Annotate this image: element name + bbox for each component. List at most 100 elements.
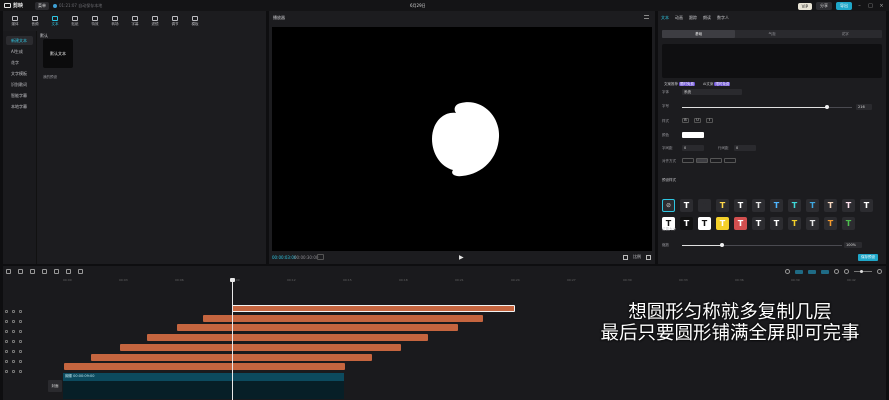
lock-icon[interactable] [5, 369, 8, 373]
size-slider-knob[interactable] [824, 105, 829, 109]
tool-caption[interactable]: 字幕 [125, 12, 145, 30]
category-item[interactable]: 本地字幕 [6, 102, 33, 111]
text-style-preset[interactable]: T [842, 199, 855, 212]
fit-screen-icon[interactable] [623, 254, 628, 260]
tool-filter[interactable]: 滤镜 [145, 12, 165, 30]
color-swatch[interactable] [682, 132, 704, 138]
mute-icon[interactable] [19, 339, 22, 343]
text-style-preset[interactable]: T [680, 199, 693, 212]
cover-button[interactable]: 封面 [48, 380, 62, 392]
split-right-icon[interactable] [66, 269, 71, 274]
link-main-icon[interactable] [795, 269, 803, 274]
inspector-subtab[interactable]: 花字 [809, 30, 882, 38]
no-style-preset[interactable]: ⊘ [662, 199, 675, 212]
menu-button[interactable]: 菜单 [35, 1, 50, 10]
text-style-preset[interactable]: T [698, 217, 711, 230]
lock-icon[interactable] [5, 339, 8, 343]
text-style-preset[interactable]: T [824, 217, 837, 230]
preview-canvas[interactable] [272, 27, 652, 251]
mute-icon[interactable] [19, 319, 22, 323]
eye-icon[interactable] [12, 359, 15, 363]
scale-slider-knob[interactable] [720, 243, 724, 247]
tool-transition[interactable]: 转场 [105, 12, 125, 30]
font-select[interactable]: 系统 [682, 89, 742, 95]
text-clip[interactable] [232, 305, 515, 312]
inspector-tab[interactable]: 跟踪 [689, 15, 697, 21]
tool-text[interactable]: 文本 [45, 12, 65, 30]
tool-adjust[interactable]: 调节 [165, 12, 185, 30]
text-style-preset[interactable]: T [806, 199, 819, 212]
text-style-preset[interactable]: T [716, 199, 729, 212]
align-right-icon[interactable] [710, 158, 722, 163]
timecode-format-icon[interactable] [317, 254, 324, 260]
select-tool-icon[interactable] [6, 269, 11, 274]
category-item[interactable]: 智能字幕 [6, 91, 33, 100]
text-clip[interactable] [64, 363, 345, 370]
redo-icon[interactable] [30, 269, 35, 274]
mute-icon[interactable] [19, 369, 22, 373]
mute-icon[interactable] [19, 329, 22, 333]
export-button[interactable]: 导出 [836, 2, 852, 10]
text-clip[interactable] [147, 334, 428, 341]
tool-effects[interactable]: 特效 [85, 12, 105, 30]
text-style-preset[interactable]: T [680, 217, 693, 230]
maximize-icon[interactable]: □ [867, 3, 874, 9]
eye-icon[interactable] [12, 319, 15, 323]
preview-axis-icon[interactable] [834, 269, 839, 274]
text-clip[interactable] [203, 315, 483, 322]
snap-icon[interactable] [808, 269, 816, 274]
category-item[interactable]: 花字 [6, 58, 33, 67]
split-left-icon[interactable] [54, 269, 59, 274]
text-style-preset[interactable]: T [698, 199, 711, 212]
italic-button[interactable]: I [706, 118, 713, 123]
text-style-preset[interactable]: T [842, 217, 855, 230]
mute-icon[interactable] [19, 309, 22, 313]
lock-icon[interactable] [5, 319, 8, 323]
tool-template[interactable]: 模板 [185, 12, 205, 30]
text-style-preset[interactable]: T [788, 217, 801, 230]
category-item[interactable]: 识别歌词 [6, 80, 33, 89]
text-style-preset[interactable]: T [860, 199, 873, 212]
text-style-preset[interactable]: T [770, 199, 783, 212]
tool-audio[interactable]: 音频 [25, 12, 45, 30]
lock-icon[interactable] [5, 349, 8, 353]
text-style-preset[interactable]: T [824, 199, 837, 212]
playhead[interactable] [230, 278, 235, 400]
ratio-button[interactable]: 比例 [633, 254, 641, 260]
lock-icon[interactable] [5, 309, 8, 313]
align-center-icon[interactable] [696, 158, 708, 163]
undo-icon[interactable] [18, 269, 23, 274]
close-icon[interactable]: × [878, 3, 885, 9]
align-justify-icon[interactable] [724, 158, 736, 163]
split-icon[interactable] [42, 269, 47, 274]
scale-value[interactable]: 100% [844, 242, 862, 248]
tool-sticker[interactable]: 贴纸 [65, 12, 85, 30]
minimize-icon[interactable]: – [856, 3, 863, 9]
mute-icon[interactable] [19, 359, 22, 363]
text-clip[interactable] [177, 324, 458, 331]
time-ruler[interactable]: 00:00 00:03 00:06 00:09 00:12 00:15 00:18 00:21… [63, 278, 886, 286]
eye-icon[interactable] [12, 349, 15, 353]
text-style-preset[interactable]: T [806, 217, 819, 230]
eye-icon[interactable] [12, 329, 15, 333]
tool-media[interactable]: 媒体 [5, 12, 25, 30]
inspector-tab[interactable]: 文本 [661, 15, 669, 21]
text-content-input[interactable] [662, 44, 882, 78]
text-style-preset[interactable]: T [770, 217, 783, 230]
category-item[interactable]: AI生成 [6, 47, 33, 56]
inspector-tab[interactable]: 数字人 [717, 15, 729, 21]
text-style-preset[interactable]: T [716, 217, 729, 230]
inspector-subtab[interactable]: 基础 [662, 30, 736, 38]
category-item[interactable]: 新建文本 [6, 36, 33, 45]
text-style-preset[interactable]: T [734, 217, 747, 230]
zoom-slider[interactable] [854, 270, 872, 273]
linkage-icon[interactable] [821, 269, 829, 274]
underline-button[interactable]: U [694, 118, 701, 123]
text-clip[interactable] [120, 344, 401, 351]
text-style-preset[interactable]: T [752, 217, 765, 230]
delete-icon[interactable] [78, 269, 83, 274]
letter-spacing-value[interactable]: 0 [682, 145, 704, 151]
ai-button[interactable]: AI文案 限时免费 [703, 82, 731, 87]
lock-icon[interactable] [5, 329, 8, 333]
default-text-card[interactable]: 默认文本 [43, 39, 73, 68]
